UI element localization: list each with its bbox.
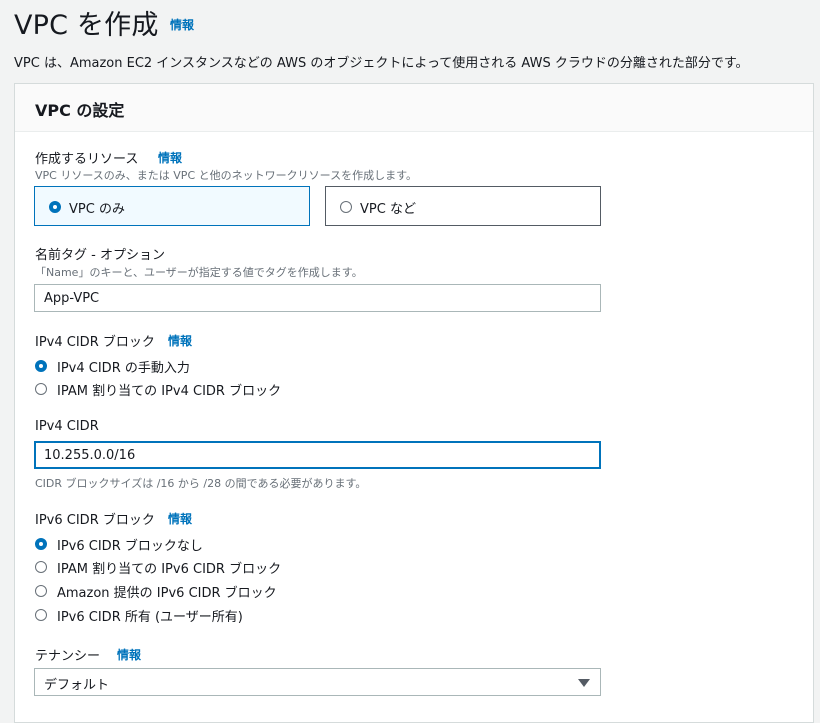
ipv4-cidr-label: IPv4 CIDR (35, 419, 99, 434)
radio-ipv6-amazon-label[interactable]: Amazon 提供の IPv6 CIDR ブロック (57, 582, 277, 601)
tenancy-select-value: デフォルト (44, 678, 110, 693)
radio-ipv6-owned-label[interactable]: IPv6 CIDR 所有 (ユーザー所有) (57, 606, 243, 625)
resources-label: 作成するリソース (35, 152, 139, 167)
tile-vpc-and-more-radio[interactable] (340, 201, 352, 213)
ipv4-block-info-link[interactable]: 情報 (168, 332, 192, 349)
radio-ipv6-owned[interactable] (35, 609, 47, 621)
ipv6-block-info-link[interactable]: 情報 (168, 510, 192, 527)
page-description: VPC は、Amazon EC2 インスタンスなどの AWS のオブジェクトによ… (14, 56, 749, 71)
tile-vpc-only-label: VPC のみ (69, 202, 125, 217)
ipv4-cidr-hint: CIDR ブロックサイズは /16 から /28 の間である必要があります。 (35, 477, 367, 490)
panel-title: VPC の設定 (35, 101, 125, 120)
radio-ipv4-manual[interactable] (35, 360, 47, 372)
radio-ipv6-none-label[interactable]: IPv6 CIDR ブロックなし (57, 535, 203, 554)
radio-ipv6-ipam[interactable] (35, 561, 47, 573)
radio-ipv6-ipam-label[interactable]: IPAM 割り当ての IPv6 CIDR ブロック (57, 558, 281, 577)
ipv6-block-label: IPv6 CIDR ブロック (35, 513, 155, 528)
tenancy-label: テナンシー (35, 649, 101, 664)
name-tag-input[interactable] (34, 284, 601, 312)
radio-ipv4-ipam[interactable] (35, 383, 47, 395)
radio-ipv6-amazon[interactable] (35, 585, 47, 597)
tile-vpc-and-more-label: VPC など (360, 202, 416, 217)
name-tag-label: 名前タグ - オプション (35, 248, 165, 263)
tile-vpc-only[interactable]: VPC のみ (34, 186, 310, 226)
tenancy-select[interactable]: デフォルト (34, 668, 601, 696)
vpc-settings-panel: VPC の設定 作成するリソース 情報 VPC リソースのみ、または VPC と… (14, 83, 814, 723)
ipv4-block-label: IPv4 CIDR ブロック (35, 335, 155, 350)
ipv4-cidr-input[interactable] (34, 441, 601, 469)
tenancy-info-link[interactable]: 情報 (117, 646, 141, 663)
name-tag-description: 「Name」のキーと、ユーザーが指定する値でタグを作成します。 (35, 266, 363, 279)
panel-header: VPC の設定 (15, 84, 813, 132)
radio-ipv6-none[interactable] (35, 538, 47, 550)
title-info-link[interactable]: 情報 (170, 16, 194, 33)
radio-ipv4-manual-label[interactable]: IPv4 CIDR の手動入力 (57, 357, 190, 376)
radio-ipv4-ipam-label[interactable]: IPAM 割り当ての IPv4 CIDR ブロック (57, 380, 281, 399)
page-title: VPC を作成 (14, 10, 159, 41)
resources-description: VPC リソースのみ、または VPC と他のネットワークリソースを作成します。 (35, 169, 417, 182)
tile-vpc-and-more[interactable]: VPC など (325, 186, 601, 226)
caret-down-icon (578, 679, 590, 687)
resources-info-link[interactable]: 情報 (158, 149, 182, 166)
tile-vpc-only-radio[interactable] (49, 201, 61, 213)
